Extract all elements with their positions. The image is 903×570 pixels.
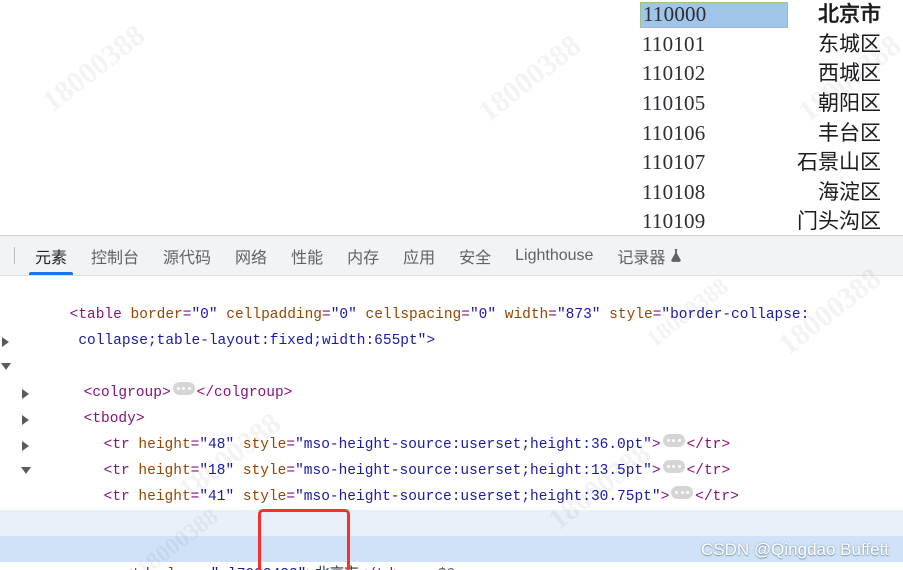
cell-region-name[interactable]: 东城区 (788, 33, 903, 55)
cell-region-name[interactable]: 门头沟区 (788, 211, 903, 232)
table-row[interactable]: 110109 门头沟区 (600, 207, 903, 235)
chevron-right-icon[interactable] (22, 389, 29, 399)
table-row[interactable]: 110106 丰台区 (600, 118, 903, 148)
tab-elements[interactable]: 元素 (23, 236, 79, 275)
tab-label: 内存 (347, 249, 380, 267)
tabbar-divider (14, 247, 15, 264)
cell-region-code[interactable]: 110109 (640, 211, 788, 232)
cell-region-code[interactable]: 110101 (640, 33, 788, 55)
dom-line-td-code[interactable]: <td class="xl7032423">110000</td> (0, 510, 903, 557)
cell-region-name[interactable]: 丰台区 (788, 122, 903, 144)
tab-memory[interactable]: 内存 (335, 236, 391, 275)
chevron-right-icon[interactable] (22, 441, 29, 451)
tab-label: 性能 (291, 249, 324, 267)
table-row[interactable]: 110108 海淀区 (600, 178, 903, 208)
chevron-right-icon[interactable] (22, 415, 29, 425)
tab-security[interactable]: 安全 (447, 236, 503, 275)
tab-label: 安全 (459, 249, 492, 267)
dom-line-tr-2[interactable]: <tr height="18" style="mso-height-source… (0, 406, 903, 479)
cell-region-code[interactable]: 110000 (640, 1, 788, 28)
tab-application[interactable]: 应用 (391, 236, 447, 275)
dom-line-tbody[interactable]: <tbody> (0, 354, 903, 427)
devtools-panel: 元素 控制台 源代码 网络 性能 内存 应用 安全 Lighthouse 记录器… (0, 235, 903, 570)
tab-recorder[interactable]: 记录器 (605, 236, 694, 275)
chevron-right-icon[interactable] (2, 337, 9, 347)
dom-line-td-empty[interactable]: <td height="19" class="xl6532423" style=… (0, 484, 903, 531)
cell-region-code[interactable]: 110107 (640, 152, 788, 173)
cell-region-code[interactable]: 110102 (640, 63, 788, 84)
dom-line-table-style-wrap[interactable]: collapse;table-layout:fixed;width:655pt"… (0, 302, 903, 349)
dom-line-td-name-selected[interactable]: <td class="xl7032423">北京市</td> == $0 (0, 536, 903, 570)
flask-icon (670, 248, 682, 263)
chevron-down-icon[interactable] (1, 363, 11, 370)
cell-region-code[interactable]: 110108 (640, 181, 788, 203)
tab-performance[interactable]: 性能 (279, 236, 335, 275)
cell-region-name[interactable]: 石景山区 (788, 152, 903, 173)
cell-region-name[interactable]: 西城区 (788, 63, 903, 84)
table-row[interactable]: 110107 石景山区 (600, 148, 903, 178)
cell-region-name[interactable]: 朝阳区 (788, 93, 903, 114)
tab-network[interactable]: 网络 (223, 236, 279, 275)
table-row[interactable]: 110105 朝阳区 (600, 89, 903, 119)
tab-lighthouse[interactable]: Lighthouse (503, 236, 605, 275)
tab-label: 记录器 (617, 249, 666, 267)
cell-region-code[interactable]: 110105 (640, 93, 788, 114)
tab-label: 网络 (235, 249, 268, 267)
tab-label: 应用 (403, 249, 436, 267)
cell-region-name[interactable]: 海淀区 (788, 181, 903, 203)
tab-label: 源代码 (163, 249, 212, 267)
spreadsheet-region: 110000 北京市 110101 东城区 110102 西城区 110105 … (0, 0, 903, 235)
screenshot-root: 110000 北京市 110101 东城区 110102 西城区 110105 … (0, 0, 903, 570)
table-row[interactable]: 110102 西城区 (600, 59, 903, 89)
table-row[interactable]: 110101 东城区 (600, 30, 903, 60)
cell-region-code[interactable]: 110106 (640, 122, 788, 144)
table-row[interactable]: 110000 北京市 (600, 0, 903, 30)
cell-region-name[interactable]: 北京市 (788, 4, 903, 25)
tab-console[interactable]: 控制台 (79, 236, 151, 275)
tab-sources[interactable]: 源代码 (151, 236, 223, 275)
chevron-down-icon[interactable] (21, 467, 31, 474)
dom-line-table-open[interactable]: <table border="0" cellpadding="0" cellsp… (0, 276, 903, 323)
dom-line-colgroup[interactable]: <colgroup> </colgroup> (0, 328, 903, 401)
dom-line-tr-4-expanded[interactable]: <tr height="19" style="mso-height-source… (0, 458, 903, 531)
tab-label: 元素 (35, 249, 68, 267)
dom-tree[interactable]: <table border="0" cellpadding="0" cellsp… (0, 276, 903, 570)
devtools-tabbar: 元素 控制台 源代码 网络 性能 内存 应用 安全 Lighthouse 记录器 (0, 236, 903, 276)
dom-line-tr-1[interactable]: <tr height="48" style="mso-height-source… (0, 380, 903, 453)
tab-label: 控制台 (91, 249, 140, 267)
spreadsheet-rows: 110000 北京市 110101 东城区 110102 西城区 110105 … (600, 0, 903, 235)
tab-label: Lighthouse (515, 246, 594, 264)
dom-line-tr-3[interactable]: <tr height="41" style="mso-height-source… (0, 432, 903, 505)
